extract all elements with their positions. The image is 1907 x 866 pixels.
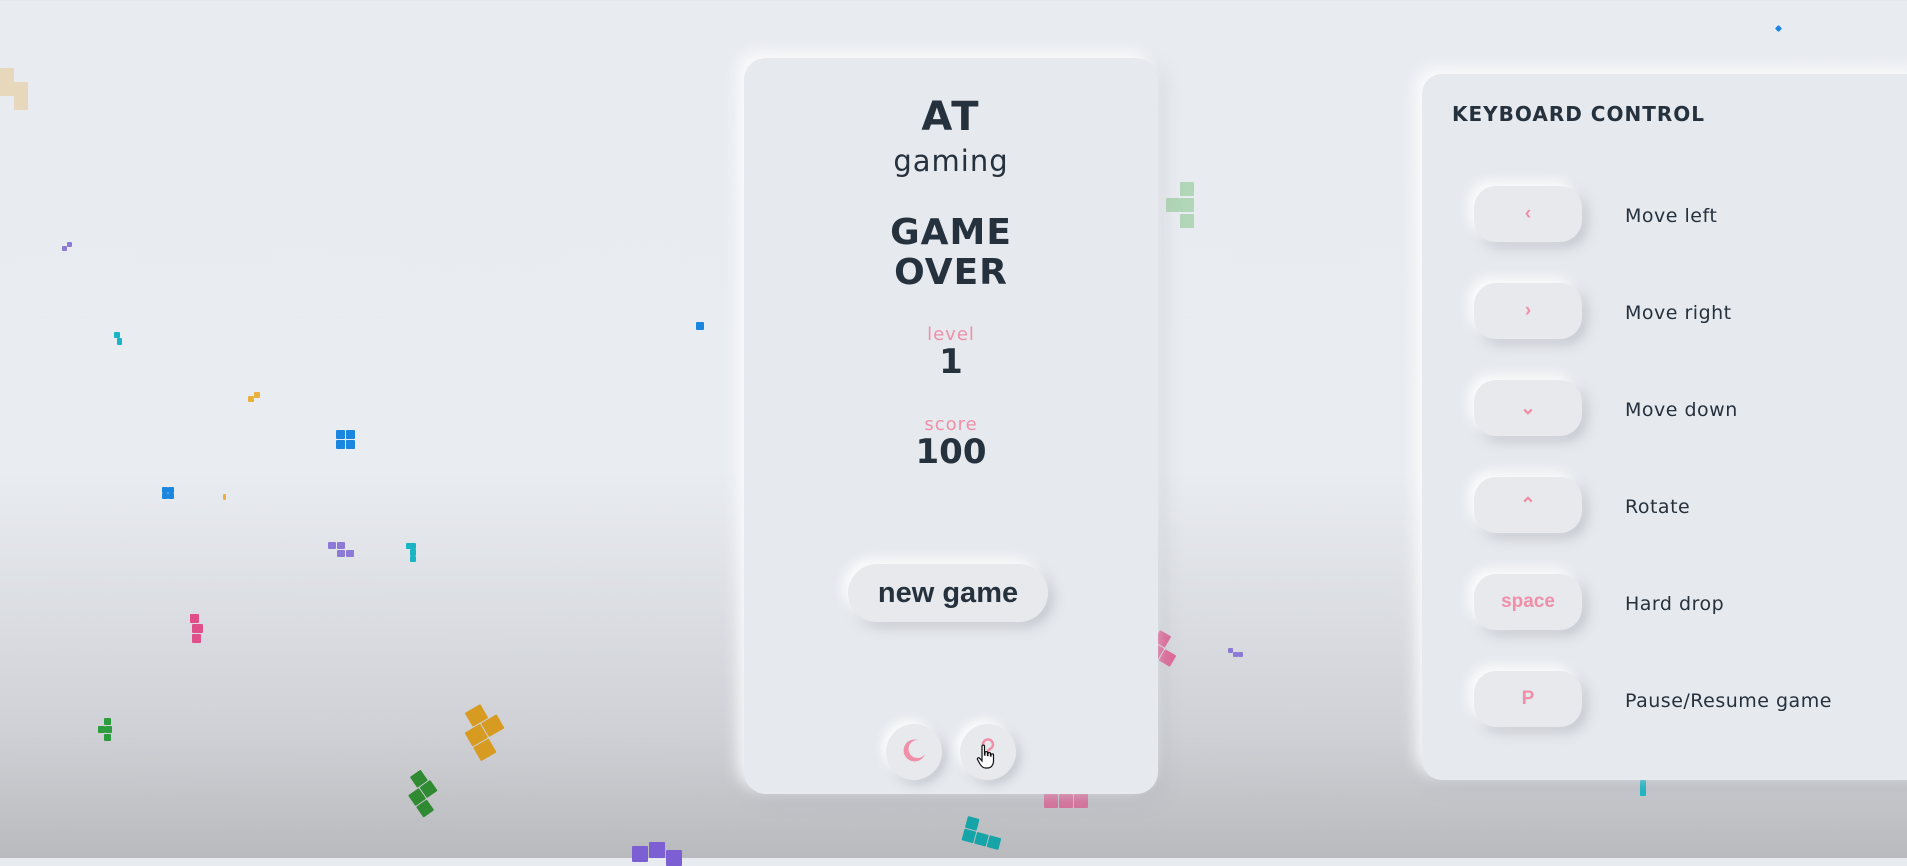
theme-toggle-button[interactable]: [886, 724, 942, 780]
score-value: 100: [915, 432, 987, 472]
controls-title: KEYBOARD CONTROL: [1452, 102, 1706, 126]
control-desc-rotate: Rotate: [1625, 496, 1691, 518]
key-space-button[interactable]: space: [1474, 574, 1582, 630]
control-desc-pause-resume: Pause/Resume game: [1625, 690, 1832, 712]
new-game-button[interactable]: new game: [848, 564, 1048, 622]
control-desc-move-right: Move right: [1625, 302, 1732, 324]
game-status-line2: OVER: [894, 252, 1008, 293]
key-right-button[interactable]: ›: [1474, 283, 1582, 339]
key-left-button[interactable]: ‹: [1474, 186, 1582, 242]
chevron-down-icon: ⌄: [1520, 397, 1536, 419]
chevron-right-icon: ›: [1524, 300, 1532, 321]
key-down-button[interactable]: ⌄: [1474, 380, 1582, 436]
control-desc-move-down: Move down: [1625, 399, 1738, 421]
game-panel: AT gaming GAME OVER level 1 score 100 ne…: [744, 58, 1158, 794]
keyboard-controls-panel: KEYBOARD CONTROL ‹ Move left › Move righ…: [1422, 74, 1907, 780]
game-status-line1: GAME: [890, 212, 1012, 253]
space-key-label: space: [1501, 591, 1555, 612]
chevron-left-icon: ‹: [1524, 203, 1532, 224]
level-value: 1: [939, 342, 963, 382]
moon-icon: [900, 736, 928, 768]
brand-title: AT: [921, 94, 981, 140]
brand-subtitle: gaming: [893, 144, 1009, 178]
control-desc-hard-drop: Hard drop: [1625, 593, 1725, 615]
control-desc-move-left: Move left: [1625, 205, 1718, 227]
chevron-up-icon: ⌃: [1520, 494, 1536, 516]
key-p-button[interactable]: P: [1474, 671, 1582, 727]
hand-cursor-icon: [976, 744, 996, 774]
key-up-button[interactable]: ⌃: [1474, 477, 1582, 533]
p-key-label: P: [1521, 688, 1535, 709]
